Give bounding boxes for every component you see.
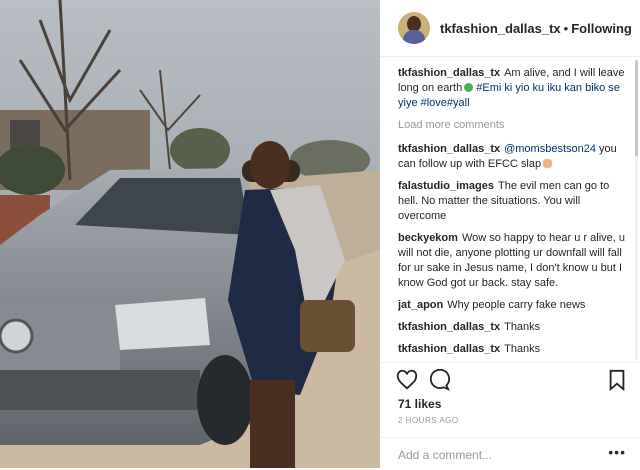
heart-icon[interactable] [396, 369, 418, 391]
caption: tkfashion_dallas_tx Am alive, and I will … [398, 66, 630, 111]
post-header: tkfashion_dallas_tx • Following [380, 0, 640, 57]
comment-text: Thanks [504, 321, 541, 333]
add-comment-bar: Add a comment... ••• [380, 437, 640, 470]
comment-username[interactable]: beckyekom [398, 232, 458, 244]
comment-input[interactable]: Add a comment... [398, 448, 492, 462]
list-item: tkfashion_dallas_tx @momsbestson24 you ca… [398, 142, 630, 172]
following-button[interactable]: Following [571, 21, 632, 36]
comment-text: Why people carry fake news [447, 299, 586, 311]
scrollbar-thumb[interactable] [635, 60, 638, 156]
comment-username[interactable]: tkfashion_dallas_tx [398, 321, 500, 333]
post-header-text: tkfashion_dallas_tx • Following [440, 21, 632, 36]
comment-username[interactable]: jat_apon [398, 299, 443, 311]
likes-count[interactable]: 71 likes [398, 397, 441, 411]
list-item: falastudio_images The evil men can go to … [398, 179, 630, 224]
header-username[interactable]: tkfashion_dallas_tx [440, 21, 561, 36]
comment-username[interactable]: tkfashion_dallas_tx [398, 143, 500, 155]
comment-username[interactable]: tkfashion_dallas_tx [398, 343, 500, 355]
list-item: jat_apon Why people carry fake news [398, 298, 630, 313]
list-item: beckyekom Wow so happy to hear u r alive,… [398, 231, 630, 291]
header-separator: • [563, 21, 569, 36]
post-image [0, 0, 380, 468]
bookmark-icon[interactable] [606, 369, 628, 391]
post-timestamp: 2 HOURS AGO [398, 416, 459, 425]
list-item: tkfashion_dallas_tx Thanks [398, 320, 630, 335]
load-more-comments-button[interactable]: Load more comments [398, 118, 630, 133]
post-actions: 71 likes 2 HOURS AGO Add a comment... ••… [380, 362, 640, 469]
comments-scrollbar[interactable] [635, 60, 638, 360]
comment-username[interactable]: falastudio_images [398, 180, 494, 192]
post-photo[interactable] [0, 0, 380, 468]
globe-emoji-icon [464, 83, 474, 92]
list-item: tkfashion_dallas_tx Thanks [398, 342, 630, 357]
comment-mention[interactable]: @momsbestson24 [504, 143, 596, 155]
comment-text: Thanks [504, 343, 541, 355]
more-options-icon[interactable]: ••• [608, 444, 626, 460]
caption-username[interactable]: tkfashion_dallas_tx [398, 67, 500, 79]
comment-icon[interactable] [428, 369, 450, 391]
avatar[interactable] [398, 12, 430, 44]
hand-emoji-icon [543, 159, 553, 168]
comments-list: tkfashion_dallas_tx Am alive, and I will … [398, 66, 630, 362]
post-sidebar: tkfashion_dallas_tx • Following tkfashion_… [380, 0, 640, 468]
